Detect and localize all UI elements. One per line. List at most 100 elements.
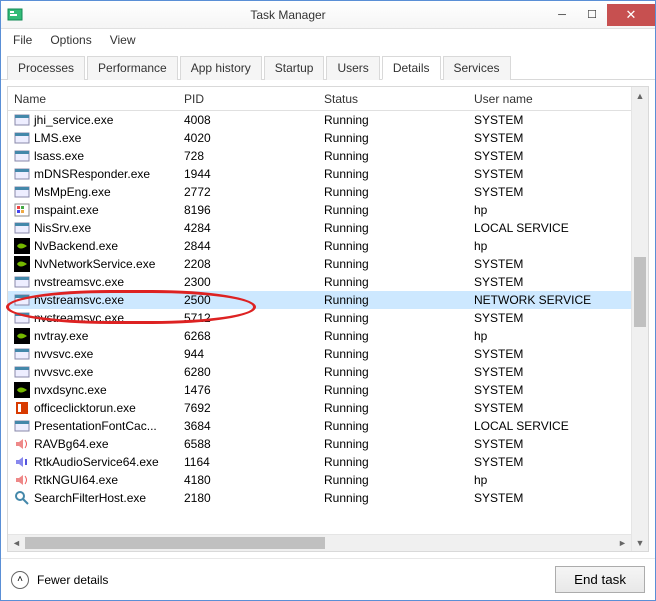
cell-status: Running [318,311,468,325]
process-icon [14,274,30,290]
cell-user: hp [468,239,631,253]
process-name: mDNSResponder.exe [34,167,150,181]
maximize-button[interactable] [577,4,607,26]
process-icon [14,328,30,344]
table-row[interactable]: LMS.exe4020RunningSYSTEM [8,129,631,147]
table-row[interactable]: NisSrv.exe4284RunningLOCAL SERVICE [8,219,631,237]
end-task-button[interactable]: End task [555,566,645,593]
process-icon [14,364,30,380]
cell-pid: 4180 [178,473,318,487]
table-row[interactable]: nvstreamsvc.exe2300RunningSYSTEM [8,273,631,291]
table-row[interactable]: nvstreamsvc.exe2500RunningNETWORK SERVIC… [8,291,631,309]
vertical-scrollbar[interactable]: ▲ ▼ [631,87,648,551]
table-row[interactable]: mDNSResponder.exe1944RunningSYSTEM [8,165,631,183]
table-row[interactable]: RAVBg64.exe6588RunningSYSTEM [8,435,631,453]
hscroll-track[interactable] [25,535,614,551]
table-row[interactable]: PresentationFontCac...3684RunningLOCAL S… [8,417,631,435]
cell-pid: 2180 [178,491,318,505]
cell-user: SYSTEM [468,113,631,127]
cell-pid: 1164 [178,455,318,469]
table-row[interactable]: officeclicktorun.exe7692RunningSYSTEM [8,399,631,417]
cell-status: Running [318,203,468,217]
table-row[interactable]: RtkNGUI64.exe4180Runninghp [8,471,631,489]
scroll-right-icon[interactable]: ► [614,538,631,548]
task-manager-window: Task Manager File Options View Processes… [0,0,656,601]
cell-status: Running [318,455,468,469]
table-row[interactable]: nvxdsync.exe1476RunningSYSTEM [8,381,631,399]
cell-status: Running [318,419,468,433]
table-row[interactable]: jhi_service.exe4008RunningSYSTEM [8,111,631,129]
column-header-status[interactable]: Status [318,88,468,110]
cell-name: nvtray.exe [8,328,178,344]
cell-pid: 3684 [178,419,318,433]
table-row[interactable]: nvtray.exe6268Runninghp [8,327,631,345]
horizontal-scrollbar[interactable]: ◄ ► [8,534,631,551]
cell-user: SYSTEM [468,347,631,361]
scroll-left-icon[interactable]: ◄ [8,538,25,548]
table-row[interactable]: NvBackend.exe2844Runninghp [8,237,631,255]
minimize-button[interactable] [547,4,577,26]
cell-name: nvvsvc.exe [8,346,178,362]
vscroll-thumb[interactable] [634,257,646,327]
table-row[interactable]: lsass.exe 728RunningSYSTEM [8,147,631,165]
table-row[interactable]: NvNetworkService.exe2208RunningSYSTEM [8,255,631,273]
table-row[interactable]: mspaint.exe8196Runninghp [8,201,631,219]
column-header-name[interactable]: Name [8,88,178,110]
table-row[interactable]: nvvsvc.exe6280RunningSYSTEM [8,363,631,381]
hscroll-thumb[interactable] [25,537,325,549]
cell-status: Running [318,239,468,253]
cell-user: hp [468,473,631,487]
cell-pid: 1476 [178,383,318,397]
table-row[interactable]: nvstreamsvc.exe5712RunningSYSTEM [8,309,631,327]
tab-processes[interactable]: Processes [7,56,85,80]
table-row[interactable]: MsMpEng.exe2772RunningSYSTEM [8,183,631,201]
cell-pid: 4020 [178,131,318,145]
process-icon [14,292,30,308]
tab-performance[interactable]: Performance [87,56,178,80]
fewer-details-button[interactable]: ˄ Fewer details [11,571,108,589]
table-row[interactable]: RtkAudioService64.exe1164RunningSYSTEM [8,453,631,471]
tab-services[interactable]: Services [443,56,511,80]
cell-name: RtkNGUI64.exe [8,472,178,488]
menu-view[interactable]: View [102,31,144,49]
close-button[interactable] [607,4,655,26]
cell-pid: 6268 [178,329,318,343]
cell-user: SYSTEM [468,437,631,451]
process-name: RtkNGUI64.exe [34,473,118,487]
process-name: nvxdsync.exe [34,383,107,397]
process-name: NvNetworkService.exe [34,257,155,271]
cell-status: Running [318,275,468,289]
menu-options[interactable]: Options [42,31,99,49]
cell-name: mspaint.exe [8,202,178,218]
tab-startup[interactable]: Startup [264,56,325,80]
cell-name: MsMpEng.exe [8,184,178,200]
scroll-up-icon[interactable]: ▲ [632,87,648,104]
cell-pid: 6588 [178,437,318,451]
menu-file[interactable]: File [5,31,40,49]
scroll-down-icon[interactable]: ▼ [632,534,648,551]
tab-details[interactable]: Details [382,56,441,80]
cell-status: Running [318,383,468,397]
column-header-user[interactable]: User name [468,88,631,110]
cell-pid: 728 [178,149,318,163]
process-icon [14,418,30,434]
cell-user: SYSTEM [468,149,631,163]
process-name: lsass.exe [34,149,84,163]
titlebar[interactable]: Task Manager [1,1,655,29]
cell-status: Running [318,131,468,145]
table-row[interactable]: SearchFilterHost.exe2180RunningSYSTEM [8,489,631,507]
cell-user: LOCAL SERVICE [468,419,631,433]
cell-status: Running [318,491,468,505]
process-list[interactable]: Name PID Status User name jhi_service.ex… [8,87,631,551]
cell-name: SearchFilterHost.exe [8,490,178,506]
cell-status: Running [318,329,468,343]
column-header-pid[interactable]: PID [178,88,318,110]
table-row[interactable]: nvvsvc.exe944RunningSYSTEM [8,345,631,363]
cell-pid: 6280 [178,365,318,379]
tab-users[interactable]: Users [326,56,379,80]
cell-status: Running [318,149,468,163]
process-name: MsMpEng.exe [34,185,111,199]
cell-user: hp [468,203,631,217]
app-icon [7,7,23,23]
tab-app-history[interactable]: App history [180,56,262,80]
